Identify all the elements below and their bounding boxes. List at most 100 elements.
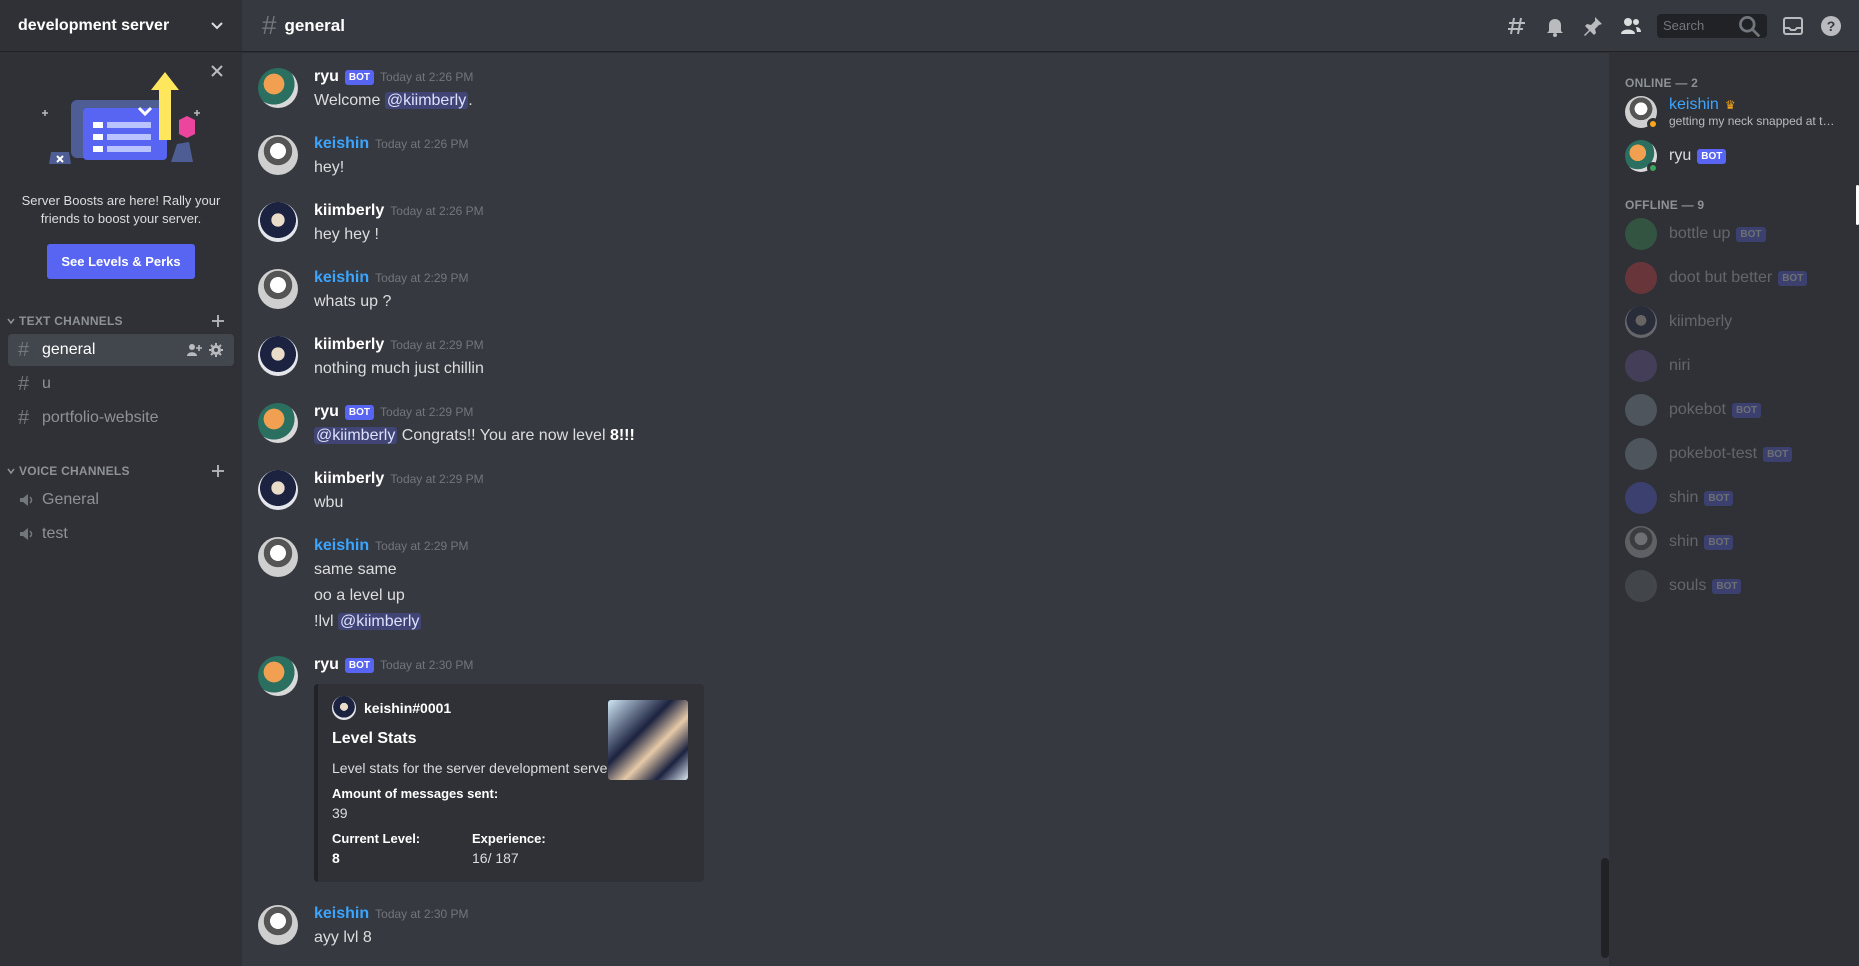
message: kiimberly Today at 2:26 PM hey hey ! (242, 198, 1609, 248)
gear-icon[interactable] (208, 342, 224, 358)
message-text: ayy lvl 8 (314, 929, 372, 946)
message-text: oo a level up (314, 587, 405, 604)
avatar[interactable] (258, 470, 298, 510)
timestamp: Today at 2:30 PM (375, 907, 469, 921)
username[interactable]: keishin (314, 135, 369, 153)
member-item[interactable]: pokebot-test BOT (1625, 432, 1851, 476)
username[interactable]: kiimberly (314, 202, 384, 220)
category-toggle[interactable]: VOICE CHANNELS (6, 464, 130, 478)
username[interactable]: ryu (314, 68, 339, 86)
avatar[interactable] (258, 336, 298, 376)
member-item[interactable]: bottle up BOT (1625, 212, 1851, 256)
inbox-icon[interactable] (1781, 14, 1805, 38)
help-icon[interactable]: ? (1819, 14, 1843, 38)
username[interactable]: keishin (314, 537, 369, 555)
channel-title: general (284, 15, 345, 35)
add-channel-icon[interactable] (210, 313, 226, 329)
members-icon[interactable] (1619, 14, 1643, 38)
avatar[interactable] (258, 905, 298, 945)
username[interactable]: ryu (314, 656, 339, 674)
channel-label: portfolio-website (42, 409, 159, 426)
message-text: whats up ? (314, 293, 392, 310)
add-channel-icon[interactable] (210, 463, 226, 479)
discord-app: development server Server Boosts are her… (0, 0, 1859, 966)
online-header: ONLINE — 2 (1625, 76, 1699, 90)
scrollbar-thumb[interactable] (1601, 858, 1609, 958)
server-header[interactable]: development server (0, 0, 242, 52)
offline-header: OFFLINE — 9 (1625, 198, 1705, 212)
voice-channel-general[interactable]: General (8, 484, 234, 516)
hash-icon: # (18, 406, 30, 429)
avatar[interactable] (258, 135, 298, 175)
channel-general[interactable]: # general (8, 334, 234, 366)
member-item[interactable]: kiimberly (1625, 300, 1851, 344)
username[interactable]: kiimberly (314, 470, 384, 488)
discord-logo-icon (1625, 218, 1657, 250)
embed-thumbnail[interactable] (608, 700, 688, 780)
channel-label: u (42, 375, 51, 392)
member-item[interactable]: shin BOT (1625, 520, 1851, 564)
avatar[interactable] (258, 269, 298, 309)
username[interactable]: ryu (314, 403, 339, 421)
member-item[interactable]: doot but better BOT (1625, 256, 1851, 300)
category-toggle[interactable]: TEXT CHANNELS (6, 314, 123, 328)
message: keishin Today at 2:29 PM whats up ? (242, 265, 1609, 315)
timestamp: Today at 2:29 PM (390, 472, 484, 486)
embed-author-avatar (332, 696, 356, 720)
voice-channel-test[interactable]: test (8, 518, 234, 550)
chevron-down-icon (211, 21, 223, 29)
channel-header: # general Search ? (242, 0, 1859, 52)
pin-icon[interactable] (1581, 14, 1605, 38)
member-item[interactable]: pokebot BOT (1625, 388, 1851, 432)
bot-badge: BOT (344, 69, 375, 85)
user-mention[interactable]: @kiimberly (314, 427, 398, 444)
boost-text: Server Boosts are here! Rally your frien… (21, 193, 221, 226)
speaker-icon (18, 525, 42, 543)
member-item[interactable]: shin BOT (1625, 476, 1851, 520)
message-list: ryu BOT Today at 2:26 PM Welcome @kiimbe… (242, 52, 1609, 966)
avatar (1625, 140, 1659, 174)
timestamp: Today at 2:26 PM (390, 204, 484, 218)
avatar[interactable] (258, 656, 298, 696)
avatar (1625, 526, 1657, 558)
field-value: 39 (332, 805, 348, 821)
username[interactable]: kiimberly (314, 336, 384, 354)
username[interactable]: keishin (314, 905, 369, 923)
bell-icon[interactable] (1543, 14, 1567, 38)
member-item[interactable]: keishin ♛ getting my neck snapped at thi.… (1625, 90, 1851, 134)
member-item[interactable]: ryu BOT (1625, 134, 1851, 178)
boost-illustration-icon (42, 72, 200, 164)
avatar[interactable] (258, 202, 298, 242)
channel-portfolio-website[interactable]: # portfolio-website (8, 402, 234, 434)
user-mention[interactable]: @kiimberly (338, 613, 422, 630)
member-list: ONLINE — 2 keishin ♛ getting my neck snap… (1609, 52, 1859, 966)
close-icon[interactable] (208, 62, 226, 80)
bot-badge: BOT (344, 657, 375, 673)
avatar[interactable] (258, 537, 298, 577)
invite-user-icon[interactable] (186, 342, 202, 358)
channel-u[interactable]: # u (8, 368, 234, 400)
discord-logo-icon (1625, 438, 1657, 470)
see-levels-perks-button[interactable]: See Levels & Perks (47, 244, 195, 279)
crown-icon: ♛ (1724, 98, 1736, 112)
message: kiimberly Today at 2:29 PM wbu (242, 466, 1609, 516)
voice-channels-category: VOICE CHANNELS (0, 460, 242, 482)
field-name: Amount of messages sent: (332, 786, 499, 801)
message-text: wbu (314, 494, 344, 511)
channel-label: General (42, 491, 99, 508)
member-item[interactable]: niri (1625, 344, 1851, 388)
avatar[interactable] (258, 68, 298, 108)
channel-label: general (42, 341, 96, 358)
channel-sidebar: development server Server Boosts are her… (0, 0, 242, 966)
timestamp: Today at 2:30 PM (380, 658, 474, 672)
user-mention[interactable]: @kiimberly (384, 92, 469, 109)
avatar[interactable] (258, 403, 298, 443)
hash-icon: # (262, 10, 277, 40)
chevron-down-icon (7, 468, 15, 475)
threads-icon[interactable] (1505, 14, 1529, 38)
scrollbar[interactable] (1601, 60, 1609, 958)
username[interactable]: keishin (314, 269, 369, 287)
member-item[interactable]: souls BOT (1625, 564, 1851, 608)
search-input[interactable]: Search (1657, 13, 1767, 38)
search-placeholder: Search (1663, 18, 1705, 33)
